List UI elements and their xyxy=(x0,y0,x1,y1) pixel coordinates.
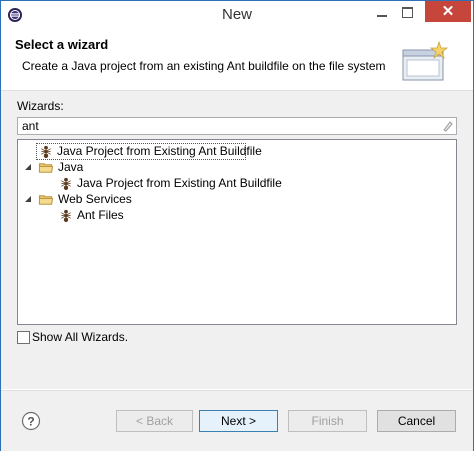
button-bar: ? < Back Next > Finish Cancel xyxy=(1,390,473,451)
tree-folder-web-services[interactable]: Web Services xyxy=(22,191,162,208)
ant-icon xyxy=(61,177,71,191)
wizard-header: Select a wizard Create a Java project fr… xyxy=(1,30,473,91)
page-description: Create a Java project from an existing A… xyxy=(22,59,386,73)
page-title: Select a wizard xyxy=(15,37,109,52)
tree-item-label: Java Project from Existing Ant Buildfile xyxy=(77,176,282,190)
close-button[interactable]: ✕ xyxy=(425,1,471,22)
expanded-arrow-icon[interactable] xyxy=(24,163,32,171)
next-button[interactable]: Next > xyxy=(199,410,278,432)
tree-item-label: Java xyxy=(58,160,84,174)
title-bar[interactable]: New ✕ xyxy=(1,1,473,30)
svg-text:?: ? xyxy=(27,415,34,429)
minimize-button[interactable] xyxy=(371,4,393,22)
folder-icon xyxy=(38,195,54,205)
folder-icon xyxy=(38,163,54,173)
wizard-tree[interactable]: Java Project from Existing Ant Buildfile… xyxy=(17,139,457,325)
help-icon[interactable]: ? xyxy=(21,411,41,431)
tree-folder-java[interactable]: Java xyxy=(22,159,142,176)
new-wizard-dialog: New ✕ Select a wizard Create a Java proj… xyxy=(0,0,474,451)
ant-icon xyxy=(61,209,71,223)
cancel-button[interactable]: Cancel xyxy=(377,410,456,432)
wizard-body: Wizards: Java Project from Existing Ant … xyxy=(1,91,473,389)
expanded-arrow-icon[interactable] xyxy=(24,195,32,203)
wizards-label: Wizards: xyxy=(17,99,64,113)
tree-item-label: Web Services xyxy=(58,192,132,206)
ant-icon xyxy=(41,145,51,159)
tree-item[interactable]: Ant Files xyxy=(56,207,156,224)
tree-item-label: Ant Files xyxy=(77,208,124,222)
clear-filter-icon[interactable] xyxy=(442,120,454,132)
tree-item[interactable]: Java Project from Existing Ant Buildfile xyxy=(36,143,262,160)
wizard-banner-icon xyxy=(402,40,449,81)
back-button[interactable]: < Back xyxy=(116,410,193,432)
wizard-filter-input[interactable] xyxy=(17,117,457,135)
finish-button[interactable]: Finish xyxy=(288,410,367,432)
show-all-checkbox[interactable] xyxy=(17,331,30,344)
maximize-button[interactable] xyxy=(397,4,419,22)
show-all-label: Show All Wizards. xyxy=(32,330,129,344)
tree-item[interactable]: Java Project from Existing Ant Buildfile xyxy=(56,175,286,192)
tree-item-label: Java Project from Existing Ant Buildfile xyxy=(57,144,262,158)
